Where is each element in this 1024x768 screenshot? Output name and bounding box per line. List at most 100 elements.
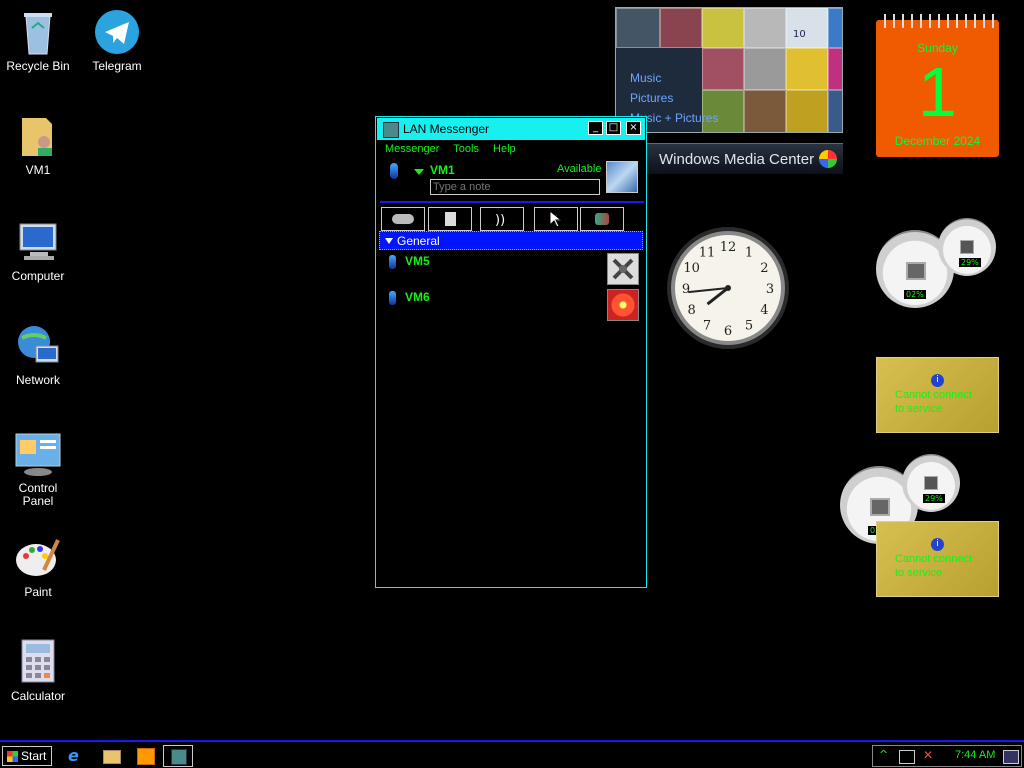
contact-list-item[interactable]: VM6 bbox=[386, 289, 642, 325]
media-center-title-bar[interactable]: Windows Media Center bbox=[645, 143, 843, 174]
control-panel-icon bbox=[14, 430, 62, 478]
desktop-icon-computer[interactable]: Computer bbox=[0, 218, 76, 283]
menu-messenger[interactable]: Messenger bbox=[385, 143, 439, 155]
widget-error-message: Cannot connect to service bbox=[895, 553, 973, 579]
minimize-button[interactable]: _ bbox=[588, 121, 603, 135]
refresh-users-icon bbox=[595, 213, 609, 225]
clock-numeral: 12 bbox=[720, 240, 737, 255]
media-center-gadget[interactable]: 10 Music Pictures Music + Pictures Windo… bbox=[615, 7, 843, 174]
windows-logo-icon bbox=[819, 150, 837, 168]
user-folder-icon bbox=[14, 112, 62, 160]
clock-numeral: 7 bbox=[703, 318, 711, 333]
computer-icon bbox=[14, 218, 62, 266]
group-expand-chevron-icon bbox=[385, 238, 393, 244]
desktop-icon-label: Network bbox=[15, 373, 60, 387]
clock-numeral: 1 bbox=[745, 246, 753, 261]
menu-help[interactable]: Help bbox=[493, 143, 516, 155]
group-name: General bbox=[397, 234, 440, 248]
desktop-icon-label: Calculator bbox=[10, 689, 66, 703]
widget-error-message: Cannot connect to service bbox=[895, 389, 973, 415]
calendar-rings bbox=[880, 14, 995, 28]
desktop-icon-vm1[interactable]: VM1 bbox=[0, 112, 76, 177]
recycle-bin-icon bbox=[14, 8, 62, 56]
cpu-chip-icon bbox=[870, 498, 890, 516]
memory-usage-value: 29% bbox=[959, 258, 981, 267]
memory-chip-icon bbox=[924, 476, 938, 490]
refresh-button[interactable] bbox=[580, 207, 624, 231]
memory-chip-icon bbox=[960, 240, 974, 254]
memory-usage-value: 29% bbox=[923, 494, 945, 503]
show-hidden-icons-chevron-icon[interactable]: ^ bbox=[879, 748, 888, 761]
user-name: VM1 bbox=[430, 163, 455, 177]
desktop-icon-label: Telegram bbox=[92, 59, 142, 73]
show-desktop-icon[interactable] bbox=[1003, 750, 1019, 764]
document-icon bbox=[445, 212, 456, 226]
desktop-icon-network[interactable]: Network bbox=[0, 322, 76, 387]
media-tile-grid[interactable]: 10 Music Pictures Music + Pictures bbox=[615, 7, 843, 133]
media-player-icon[interactable] bbox=[137, 748, 155, 765]
desktop-icon-recycle-bin[interactable]: Recycle Bin bbox=[0, 8, 76, 73]
paint-icon bbox=[14, 534, 62, 582]
calendar-gadget[interactable]: Sunday 1 December 2024 bbox=[876, 14, 999, 157]
menu-tools[interactable]: Tools bbox=[453, 143, 479, 155]
file-transfer-button[interactable] bbox=[428, 207, 472, 231]
close-button[interactable]: × bbox=[626, 121, 641, 135]
contact-name: VM5 bbox=[405, 254, 430, 268]
calendar-day: 1 bbox=[918, 53, 957, 131]
system-tray: ^ ✕ 7:44 AM bbox=[872, 745, 1022, 767]
volume-muted-icon[interactable]: ✕ bbox=[923, 748, 933, 762]
toolbar: )) + bbox=[380, 201, 644, 233]
clock-numeral: 8 bbox=[687, 303, 695, 318]
maximize-button[interactable]: □ bbox=[606, 121, 621, 135]
user-status-icon bbox=[390, 163, 398, 179]
clock-gadget[interactable]: 12 1 2 3 4 5 6 7 8 9 10 11 bbox=[666, 226, 790, 350]
user-avatar[interactable] bbox=[606, 161, 638, 193]
media-center-title: Windows Media Center bbox=[659, 151, 815, 168]
tray-clock-time[interactable]: 7:44 AM bbox=[955, 749, 995, 761]
desktop-icon-calculator[interactable]: Calculator bbox=[0, 638, 76, 703]
cpu-meter-gadget[interactable]: 02% 29% bbox=[874, 216, 1000, 312]
media-tile-label: 10 bbox=[793, 29, 806, 40]
start-label: Start bbox=[21, 749, 47, 763]
note-input[interactable] bbox=[430, 179, 600, 195]
lan-messenger-taskbar-button[interactable] bbox=[163, 745, 193, 767]
rss-icon: )) bbox=[495, 213, 506, 228]
cpu-chip-icon bbox=[906, 262, 926, 280]
status-dropdown-chevron-icon[interactable] bbox=[414, 169, 424, 175]
clock-numeral: 6 bbox=[724, 324, 732, 339]
cpu-usage-value: 02% bbox=[904, 290, 926, 299]
desktop-icon-control-panel[interactable]: Control Panel bbox=[0, 430, 76, 508]
contact-avatar bbox=[607, 253, 639, 285]
user-status[interactable]: Available bbox=[557, 163, 601, 175]
info-icon: i bbox=[931, 374, 944, 387]
weather-widget[interactable]: i Cannot connect to service bbox=[876, 521, 999, 597]
start-button[interactable]: Start bbox=[2, 746, 52, 766]
desktop-icon-telegram[interactable]: Telegram bbox=[79, 8, 155, 73]
weather-widget[interactable]: i Cannot connect to service bbox=[876, 357, 999, 433]
desktop-icon-paint[interactable]: Paint bbox=[0, 534, 76, 599]
contact-name: VM6 bbox=[405, 290, 430, 304]
broadcast-button[interactable]: )) bbox=[480, 207, 524, 231]
clock-numeral: 9 bbox=[682, 282, 690, 297]
clock-numeral: 4 bbox=[760, 303, 768, 318]
clock-face: 12 12 3 45678 9 1011 bbox=[667, 227, 789, 349]
contact-list-item[interactable]: VM5 bbox=[386, 253, 642, 289]
menu-bar: Messenger Tools Help bbox=[385, 143, 527, 155]
messenger-app-icon bbox=[171, 749, 187, 765]
taskbar: Start e ^ ✕ 7:44 AM bbox=[0, 740, 1024, 768]
window-title: LAN Messenger bbox=[403, 122, 490, 136]
group-header-general[interactable]: General bbox=[379, 231, 643, 250]
media-menu-pictures[interactable]: Pictures bbox=[630, 88, 718, 108]
window-title-bar[interactable]: LAN Messenger _ □ × bbox=[377, 118, 645, 140]
internet-explorer-icon[interactable]: e bbox=[68, 748, 79, 764]
clock-numeral: 10 bbox=[683, 261, 700, 276]
clock-numeral: 11 bbox=[699, 246, 716, 261]
contact-status-icon bbox=[389, 291, 396, 305]
network-tray-icon[interactable] bbox=[899, 750, 915, 764]
network-icon bbox=[14, 322, 62, 370]
lan-messenger-window[interactable]: LAN Messenger _ □ × Messenger Tools Help… bbox=[375, 116, 647, 588]
file-explorer-icon[interactable] bbox=[103, 750, 121, 764]
messenger-app-icon bbox=[383, 122, 399, 138]
chat-room-button[interactable] bbox=[381, 207, 425, 231]
media-menu-music[interactable]: Music bbox=[630, 68, 718, 88]
